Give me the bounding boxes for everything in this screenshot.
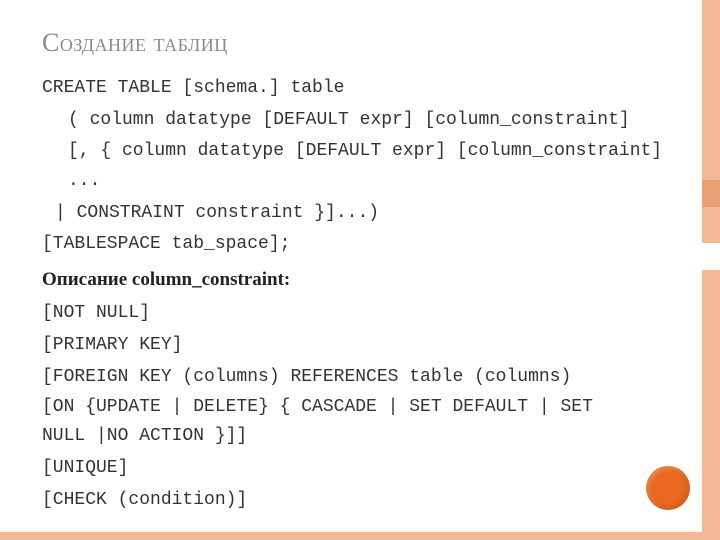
code-line: CREATE TABLE [schema.] table — [42, 74, 672, 104]
code-line: [FOREIGN KEY (columns) REFERENCES table … — [42, 363, 602, 452]
slide-title: Создание таблиц — [42, 28, 672, 58]
code-line: ( column datatype [DEFAULT expr] [column… — [42, 106, 672, 136]
code-line: | CONSTRAINT constraint }]...) — [42, 199, 672, 229]
code-line: [UNIQUE] — [42, 454, 672, 484]
slide-content: Создание таблиц CREATE TABLE [schema.] t… — [0, 0, 720, 537]
decorative-circle — [646, 466, 690, 510]
code-block: CREATE TABLE [schema.] table ( column da… — [42, 74, 672, 515]
decorative-border-bottom — [0, 532, 702, 540]
subheading: Описание column_constraint: — [42, 264, 672, 295]
code-line: [CHECK (condition)] — [42, 486, 672, 516]
code-line: [, { column datatype [DEFAULT expr] [col… — [42, 137, 672, 196]
code-line: [PRIMARY KEY] — [42, 331, 672, 361]
code-line: [NOT NULL] — [42, 299, 672, 329]
code-line: [TABLESPACE tab_space]; — [42, 230, 672, 260]
decorative-border-right — [702, 0, 720, 540]
